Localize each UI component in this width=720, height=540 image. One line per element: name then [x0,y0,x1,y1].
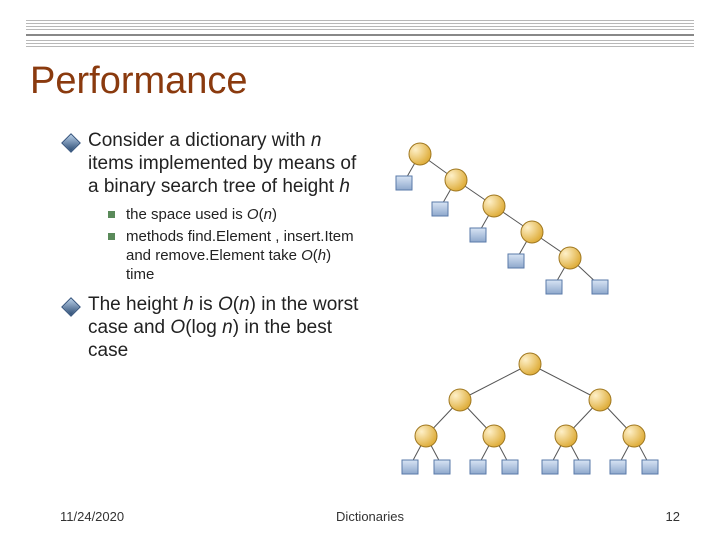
text: , [271,228,284,245]
text: and [126,247,155,264]
square-bullet-icon [108,233,115,240]
tree-best-case [402,353,658,474]
square-bullet-icon [108,211,115,218]
method-name: remove.Element [155,247,264,264]
text: take [264,247,301,264]
var-h: h [318,247,326,264]
text: time [126,266,154,283]
method-name: insert.Item [284,228,354,245]
footer: 11/24/2020 Dictionaries 12 [60,509,680,524]
footer-date: 11/24/2020 [60,509,124,524]
text: items implemented by means of a binary s… [88,153,356,197]
footer-center: Dictionaries [336,509,404,524]
method-name: find.Element [188,228,271,245]
tree-diagrams [390,140,690,480]
diamond-bullet-icon [64,134,78,157]
text: log [192,317,223,338]
paren: ) [326,247,331,264]
text: Consider a dictionary with [88,130,311,151]
text: is [194,294,218,315]
big-o: O [170,317,185,338]
text: The height [88,294,183,315]
big-o: O [218,294,233,315]
sub-bullet-2: methods find.Element , insert.Item and r… [108,228,360,284]
var-h: h [183,294,194,315]
var-n: n [311,130,322,151]
big-o: O [247,206,259,223]
var-n: n [239,294,250,315]
paren: ) [272,206,277,223]
bullet-2: The height h is O(n) in the worst case a… [60,294,360,362]
slide-title: Performance [30,60,248,103]
header-rules [26,20,694,56]
var-n: n [264,206,272,223]
text: the space used is [126,206,247,223]
big-o: O [301,247,313,264]
bullet-1: Consider a dictionary with n items imple… [60,130,360,198]
footer-page: 12 [666,509,680,524]
var-n: n [222,317,233,338]
content-body: Consider a dictionary with n items imple… [60,130,360,371]
tree-svg [390,140,690,480]
diamond-bullet-icon [64,298,78,321]
tree-worst-case [396,143,608,294]
text: methods [126,228,188,245]
var-h: h [339,176,350,197]
sub-bullet-1: the space used is O(n) [108,206,360,225]
